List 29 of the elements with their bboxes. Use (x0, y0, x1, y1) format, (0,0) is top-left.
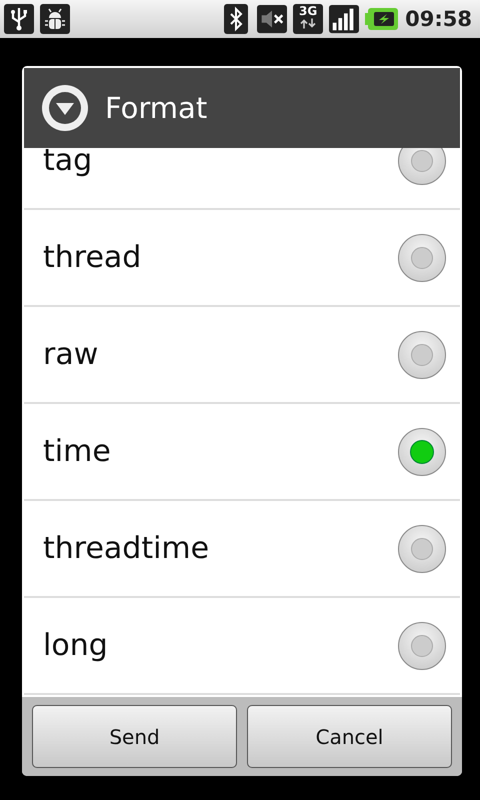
signal-icon (329, 4, 360, 34)
option-label: thread (43, 240, 142, 275)
dialog-button[interactable]: Cancel (247, 705, 452, 768)
format-option[interactable]: tag (24, 148, 460, 210)
clock: 09:58 (405, 7, 472, 31)
option-label: threadtime (43, 531, 210, 566)
usb-icon (4, 4, 34, 34)
radio-button[interactable] (398, 524, 446, 572)
radio-button[interactable] (398, 428, 446, 476)
format-option[interactable]: raw (24, 307, 460, 404)
muted-speaker-icon (257, 4, 288, 34)
format-option[interactable]: time (24, 404, 460, 501)
format-option[interactable]: threadtime (24, 501, 460, 598)
radio-button[interactable] (398, 148, 446, 184)
format-option[interactable]: long (24, 598, 460, 695)
radio-button[interactable] (398, 330, 446, 378)
radio-button[interactable] (398, 622, 446, 670)
radio-button[interactable] (398, 234, 446, 282)
network-label: 3G (299, 4, 318, 18)
option-label: raw (43, 337, 98, 372)
dialog-button[interactable]: Send (32, 705, 237, 768)
battery-charging-icon (365, 7, 400, 31)
option-label: time (43, 434, 111, 469)
bug-icon (40, 4, 70, 34)
option-label: tag (43, 148, 92, 178)
format-option[interactable]: thread (24, 210, 460, 307)
dialog-title: Format (105, 91, 208, 125)
data-arrows-icon (300, 18, 316, 29)
option-label: long (43, 628, 108, 663)
